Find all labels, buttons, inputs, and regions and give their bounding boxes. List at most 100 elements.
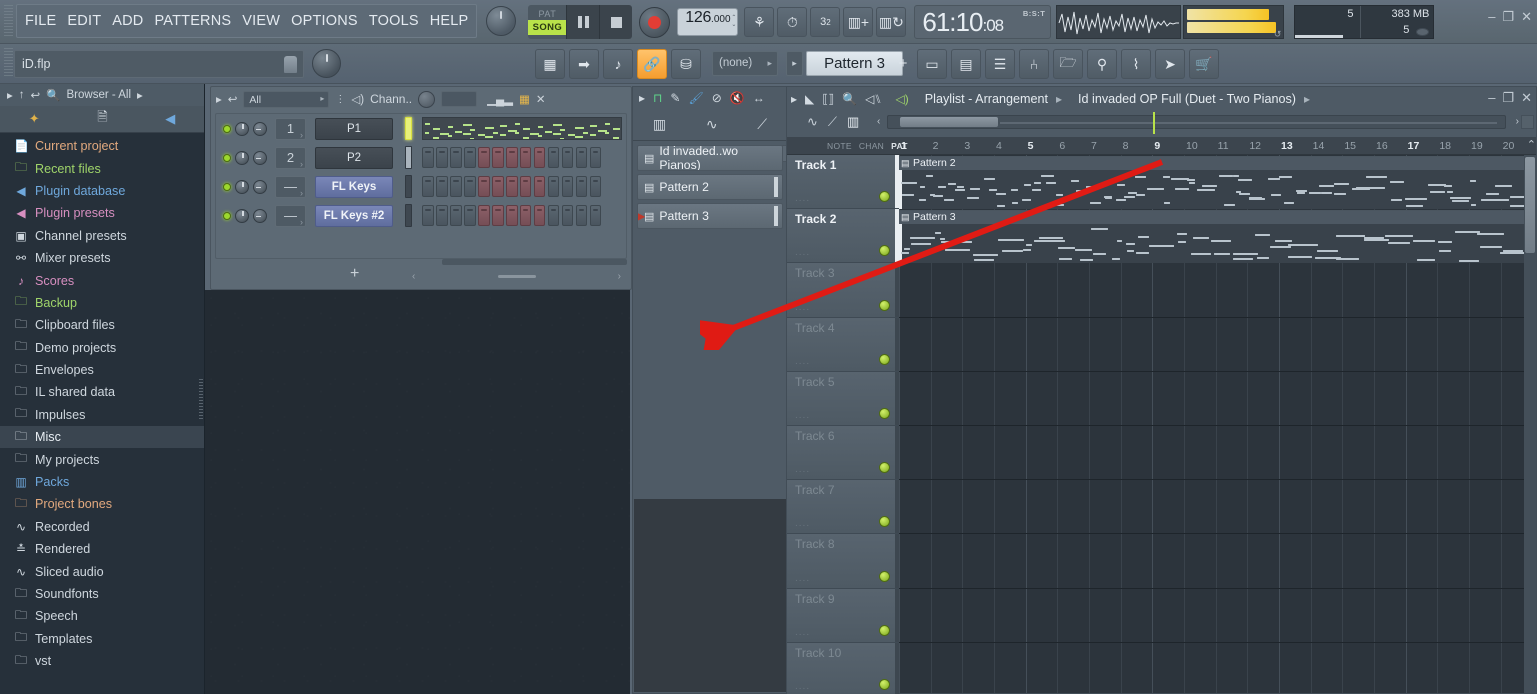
step-button[interactable] bbox=[463, 176, 476, 197]
channel-level-bar[interactable] bbox=[405, 117, 412, 140]
menu-item-add[interactable]: ADD bbox=[112, 13, 143, 29]
track-enable-led[interactable] bbox=[879, 407, 890, 419]
step-button[interactable] bbox=[435, 147, 448, 168]
playlist-clip[interactable]: ▤ Pattern 2 bbox=[899, 156, 1524, 209]
browser-tab-page-icon[interactable]: 🗎 bbox=[97, 108, 107, 130]
pencil-icon[interactable]: ✎ bbox=[670, 91, 680, 105]
minimize-button[interactable]: – bbox=[1488, 9, 1495, 25]
channel-rack-icon[interactable]: ☰ bbox=[985, 49, 1015, 79]
step-button[interactable] bbox=[505, 147, 518, 168]
browser-item-clipboard-files[interactable]: 🗀 Clipboard files bbox=[0, 314, 204, 336]
track-enable-led[interactable] bbox=[879, 353, 890, 365]
rack-menu-icon[interactable]: ⋮ bbox=[335, 94, 345, 105]
view-automation-icon[interactable]: ⟋ bbox=[828, 114, 837, 130]
step-button[interactable] bbox=[505, 205, 518, 226]
track-header[interactable]: Track 9.... bbox=[787, 588, 899, 643]
channel-enable-led[interactable] bbox=[223, 211, 231, 220]
step-sequencer-row[interactable] bbox=[422, 205, 602, 226]
wait-for-input-icon[interactable]: 32 bbox=[810, 7, 841, 37]
delete-icon[interactable]: ⊘ bbox=[712, 91, 722, 105]
rack-expand-icon[interactable]: ▸ bbox=[216, 92, 222, 106]
step-button[interactable] bbox=[435, 205, 448, 226]
browser-back-icon[interactable]: ↩ bbox=[31, 88, 41, 102]
rack-graph-icon[interactable]: ▁▄▂ bbox=[487, 92, 513, 106]
browser-item-packs[interactable]: ▥ Packs bbox=[0, 471, 204, 493]
step-button[interactable] bbox=[422, 205, 434, 226]
browser-item-rendered[interactable]: ≛ Rendered bbox=[0, 538, 204, 560]
channel-mixer-number[interactable]: — bbox=[275, 175, 306, 198]
add-pattern-button[interactable]: + bbox=[895, 51, 911, 76]
step-button[interactable] bbox=[547, 147, 560, 168]
step-button[interactable] bbox=[477, 176, 490, 197]
channel-pan-knob[interactable] bbox=[253, 150, 267, 165]
browser-icon[interactable]: 🗁 bbox=[1053, 49, 1083, 79]
browser-item-templates[interactable]: 🗀 Templates bbox=[0, 628, 204, 650]
step-button[interactable] bbox=[533, 205, 546, 226]
track-header[interactable]: Track 3.... bbox=[787, 263, 899, 318]
track-header[interactable]: Track 8.... bbox=[787, 534, 899, 589]
playlist-window-icon[interactable]: ▦ bbox=[535, 49, 565, 79]
channel-pan-knob[interactable] bbox=[253, 208, 267, 223]
browser-item-impulses[interactable]: 🗀 Impulses bbox=[0, 404, 204, 426]
pattern-list-item[interactable]: ▶▤ Pattern 3 bbox=[637, 203, 783, 229]
rack-length-field[interactable] bbox=[441, 91, 478, 107]
step-button[interactable] bbox=[519, 176, 532, 197]
track-enable-led[interactable] bbox=[879, 191, 890, 203]
track-header[interactable]: Track 5.... bbox=[787, 371, 899, 426]
view-pattern-icon[interactable]: ▥ bbox=[847, 114, 859, 130]
step-button[interactable] bbox=[449, 176, 462, 197]
picker-expand-icon[interactable]: ▸ bbox=[639, 91, 645, 105]
stop-button[interactable] bbox=[599, 5, 633, 39]
track-enable-led[interactable] bbox=[879, 462, 890, 474]
step-button[interactable] bbox=[589, 176, 602, 197]
playlist-horizontal-scrollbar[interactable]: ‹ › bbox=[877, 112, 1519, 134]
step-button[interactable] bbox=[505, 176, 518, 197]
track-header[interactable]: Track 10.... bbox=[787, 642, 899, 694]
picker-tab-pianoroll-icon[interactable]: ▥ bbox=[653, 116, 666, 133]
browser-item-demo-projects[interactable]: 🗀 Demo projects bbox=[0, 337, 204, 359]
slip-icon[interactable]: ↔ bbox=[753, 91, 765, 105]
playlist-vertical-scrollbar[interactable] bbox=[1524, 155, 1536, 693]
paint-icon[interactable]: 🖌 bbox=[688, 91, 703, 105]
playback-icon[interactable]: ◁⑊ bbox=[865, 92, 881, 106]
magnet-icon[interactable]: ⊓ bbox=[653, 91, 662, 105]
piano-roll-icon[interactable]: ♪ bbox=[603, 49, 633, 79]
step-button[interactable] bbox=[422, 147, 434, 168]
menu-item-edit[interactable]: EDIT bbox=[67, 13, 101, 29]
time-display[interactable]: 61:10:08 B:S:T bbox=[914, 5, 1052, 39]
track-header[interactable]: Track 4.... bbox=[787, 317, 899, 372]
step-button[interactable] bbox=[477, 147, 490, 168]
step-button[interactable] bbox=[449, 205, 462, 226]
browser-item-il-shared-data[interactable]: 🗀 IL shared data bbox=[0, 381, 204, 403]
playlist-close-button[interactable]: ✕ bbox=[1521, 90, 1532, 106]
playlist-grid[interactable]: ▤ Pattern 2 ▤ Pattern 3 bbox=[899, 155, 1524, 693]
browser-item-sliced-audio[interactable]: ∿ Sliced audio bbox=[0, 560, 204, 582]
channel-volume-knob[interactable] bbox=[235, 208, 249, 223]
bar2-grip[interactable] bbox=[4, 48, 13, 78]
playlist-ruler[interactable]: NOTE CHAN PAT 1 2 3 4 5 6 7 8 9 10 11 12 13 14 15 16 17 18 1… bbox=[787, 137, 1536, 155]
channel-volume-knob[interactable] bbox=[235, 179, 249, 194]
step-button[interactable] bbox=[533, 147, 546, 168]
typing-keyboard-icon[interactable]: ⚘ bbox=[744, 7, 775, 37]
ruler-mode-note[interactable]: NOTE bbox=[827, 141, 852, 151]
browser-item-speech[interactable]: 🗀 Speech bbox=[0, 605, 204, 627]
step-button[interactable] bbox=[435, 176, 448, 197]
pattern-list-item[interactable]: ▤ Pattern 2 bbox=[637, 174, 783, 200]
pattern-list-item[interactable]: ▤ Id invaded..wo Pianos) bbox=[637, 145, 783, 171]
metronome-icon[interactable]: ⏱ bbox=[777, 7, 808, 37]
playlist-clip[interactable]: ▤ Pattern 3 bbox=[899, 210, 1524, 264]
playlist-minimize-button[interactable]: – bbox=[1488, 90, 1495, 106]
export-icon[interactable]: ➤ bbox=[1155, 49, 1185, 79]
step-button[interactable] bbox=[491, 205, 504, 226]
view-audio-icon[interactable]: ∿ bbox=[807, 114, 818, 130]
browser-item-vst[interactable]: 🗀 vst bbox=[0, 650, 204, 672]
record-button[interactable] bbox=[639, 6, 671, 38]
channel-row[interactable]: 1 P1 bbox=[216, 114, 626, 143]
channel-name-button[interactable]: P2 bbox=[315, 146, 393, 169]
master-volume-knob[interactable] bbox=[312, 49, 341, 78]
channel-level-bar[interactable] bbox=[405, 204, 412, 227]
track-header[interactable]: Track 1.... bbox=[787, 155, 899, 210]
rack-step-icon[interactable]: ▦ bbox=[519, 92, 530, 106]
channel-row[interactable]: 2 P2 bbox=[216, 143, 626, 172]
scroll-right-icon[interactable]: › bbox=[1516, 116, 1519, 127]
